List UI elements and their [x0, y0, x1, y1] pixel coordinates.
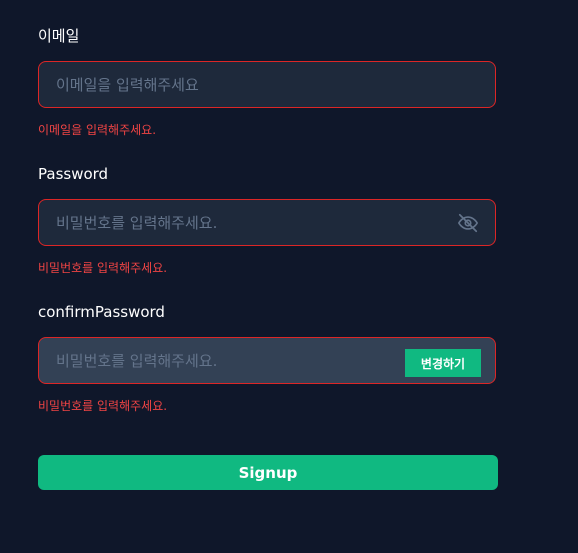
signup-form: 이메일 이메일을 입력해주세요. Password 비밀번호를 입력해주세요. …: [0, 0, 578, 553]
change-button[interactable]: 변경하기: [405, 349, 481, 377]
password-field-box: [38, 199, 496, 246]
eye-off-icon[interactable]: [457, 212, 479, 234]
password-field[interactable]: [56, 200, 436, 245]
email-field-box: [38, 61, 496, 108]
confirm-password-label: confirmPassword: [38, 303, 165, 321]
email-field[interactable]: [56, 62, 436, 107]
confirm-password-field[interactable]: [56, 338, 436, 383]
confirm-password-error: 비밀번호를 입력해주세요.: [38, 399, 168, 413]
email-label: 이메일: [38, 27, 80, 45]
confirm-password-field-box: 변경하기: [38, 337, 496, 384]
email-error: 이메일을 입력해주세요.: [38, 123, 157, 137]
password-error: 비밀번호를 입력해주세요.: [38, 261, 168, 275]
password-label: Password: [38, 165, 109, 183]
signup-button[interactable]: Signup: [38, 455, 498, 490]
